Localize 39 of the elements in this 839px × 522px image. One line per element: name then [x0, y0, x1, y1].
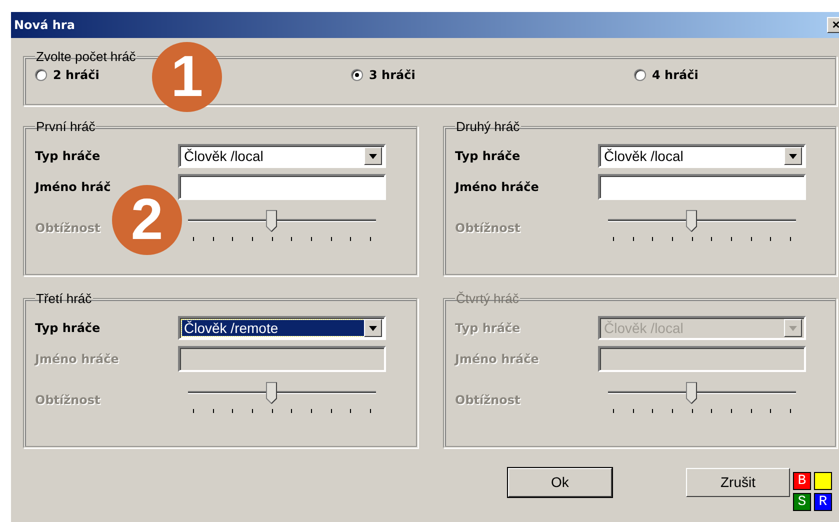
logo-tile: S: [793, 493, 811, 511]
field-label: Jméno hráče: [455, 179, 540, 196]
radio-button[interactable]: [35, 69, 47, 81]
field-label: Typ hráče: [35, 320, 102, 337]
player-type-dropdown[interactable]: Člověk /local: [598, 144, 806, 168]
dropdown-arrow-icon: [369, 154, 377, 158]
group-title: Zvolte počet hráč: [35, 50, 137, 63]
radio-button[interactable]: [634, 69, 646, 81]
close-button[interactable]: ×: [827, 17, 839, 33]
field-label: Jméno hráče: [455, 351, 540, 368]
step-number-badge: 2: [112, 185, 182, 255]
group-title: Třetí hráč: [35, 292, 93, 305]
field-label: Obtížnost: [35, 392, 102, 409]
group-title: První hráč: [35, 120, 96, 133]
radio-option[interactable]: 3 hráči: [351, 66, 634, 84]
field-label: Obtížnost: [455, 392, 522, 409]
field-label: Jméno hráče: [35, 351, 120, 368]
field-label: Obtížnost: [35, 220, 102, 237]
step-number-badge: 1: [152, 42, 222, 112]
logo-tile: R: [814, 493, 832, 511]
dropdown-arrow-icon: [369, 326, 377, 330]
name-field[interactable]: [178, 174, 386, 200]
field-label: Jméno hráč: [35, 179, 112, 196]
dropdown-arrow-icon: [789, 326, 797, 330]
field-label: Typ hráče: [455, 148, 522, 165]
cancel-button[interactable]: Zrušit: [686, 468, 790, 497]
name-field[interactable]: [598, 174, 806, 200]
ok-button[interactable]: Ok: [508, 468, 612, 497]
field-label: Obtížnost: [455, 220, 522, 237]
radio-button[interactable]: [351, 69, 363, 81]
window-title: Nová hra: [14, 17, 75, 34]
dropdown-arrow-icon: [789, 154, 797, 158]
field-label: Typ hráče: [35, 148, 102, 165]
radio-option[interactable]: 4 hráči: [634, 66, 754, 84]
player-type-dropdown[interactable]: Člověk /local: [178, 144, 386, 168]
field-label: Typ hráče: [455, 320, 522, 337]
group-title: Druhý hráč: [455, 120, 521, 133]
logo-tile: B: [793, 472, 811, 490]
player-type-dropdown[interactable]: Člověk /remote: [178, 316, 386, 340]
